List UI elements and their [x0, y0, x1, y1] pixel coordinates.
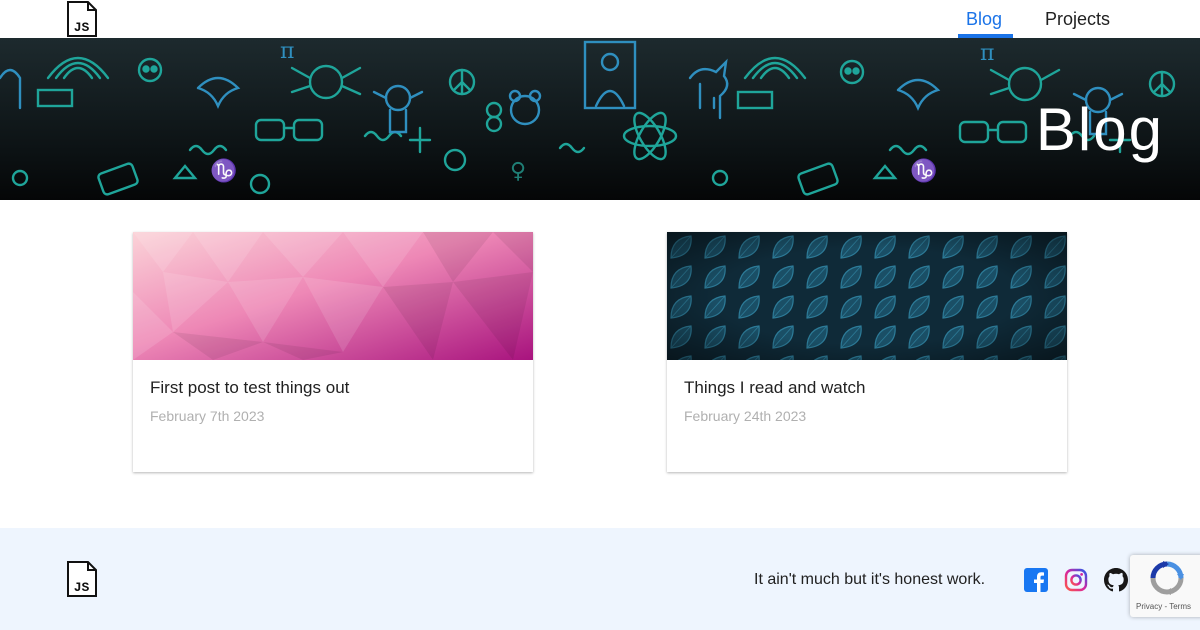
- js-file-icon: JS: [67, 1, 97, 37]
- svg-text:♀: ♀: [510, 159, 526, 184]
- github-icon: [1104, 568, 1128, 592]
- github-link[interactable]: [1104, 568, 1128, 592]
- svg-text:π: π: [280, 39, 294, 64]
- svg-text:♑: ♑: [910, 158, 937, 184]
- js-file-icon: JS: [67, 561, 97, 597]
- recaptcha-links: Privacy - Terms: [1136, 602, 1191, 611]
- site-footer: JS It ain't much but it's honest work.: [0, 528, 1200, 630]
- post-thumbnail: [133, 232, 533, 360]
- page-title: Blog: [1035, 96, 1164, 163]
- post-date: February 24th 2023: [684, 408, 807, 424]
- doodle-pattern-background: π π ♑ ♑ ♀: [0, 39, 1176, 196]
- recaptcha-icon: [1150, 561, 1184, 595]
- top-navbar: JS Blog Projects: [0, 0, 1200, 38]
- recaptcha-privacy-link[interactable]: Privacy: [1136, 602, 1162, 611]
- post-card[interactable]: Things I read and watch February 24th 20…: [667, 232, 1067, 472]
- footer-tagline: It ain't much but it's honest work.: [754, 571, 986, 588]
- facebook-icon: [1024, 568, 1048, 592]
- recaptcha-badge[interactable]: Privacy - Terms: [1130, 555, 1200, 617]
- recaptcha-terms-link[interactable]: Terms: [1169, 602, 1191, 611]
- footer-logo[interactable]: JS: [66, 561, 98, 597]
- svg-text:JS: JS: [74, 20, 90, 35]
- post-title[interactable]: First post to test things out: [150, 378, 349, 398]
- nav-link-projects[interactable]: Projects: [1045, 9, 1110, 29]
- facebook-link[interactable]: [1024, 568, 1048, 592]
- svg-text:π: π: [980, 41, 994, 66]
- recaptcha-separator: -: [1164, 602, 1168, 611]
- svg-text:♑: ♑: [210, 158, 237, 184]
- site-logo[interactable]: JS: [66, 1, 98, 37]
- post-card[interactable]: First post to test things out February 7…: [133, 232, 533, 472]
- instagram-link[interactable]: [1064, 568, 1088, 592]
- instagram-icon: [1064, 568, 1088, 592]
- post-thumbnail: [667, 232, 1067, 360]
- svg-text:JS: JS: [74, 580, 90, 595]
- active-tab-indicator: [958, 34, 1013, 38]
- post-title[interactable]: Things I read and watch: [684, 378, 865, 398]
- nav-link-blog[interactable]: Blog: [966, 9, 1002, 29]
- post-date: February 7th 2023: [150, 408, 265, 424]
- hero-banner: π π ♑ ♑ ♀ Blog: [0, 38, 1200, 200]
